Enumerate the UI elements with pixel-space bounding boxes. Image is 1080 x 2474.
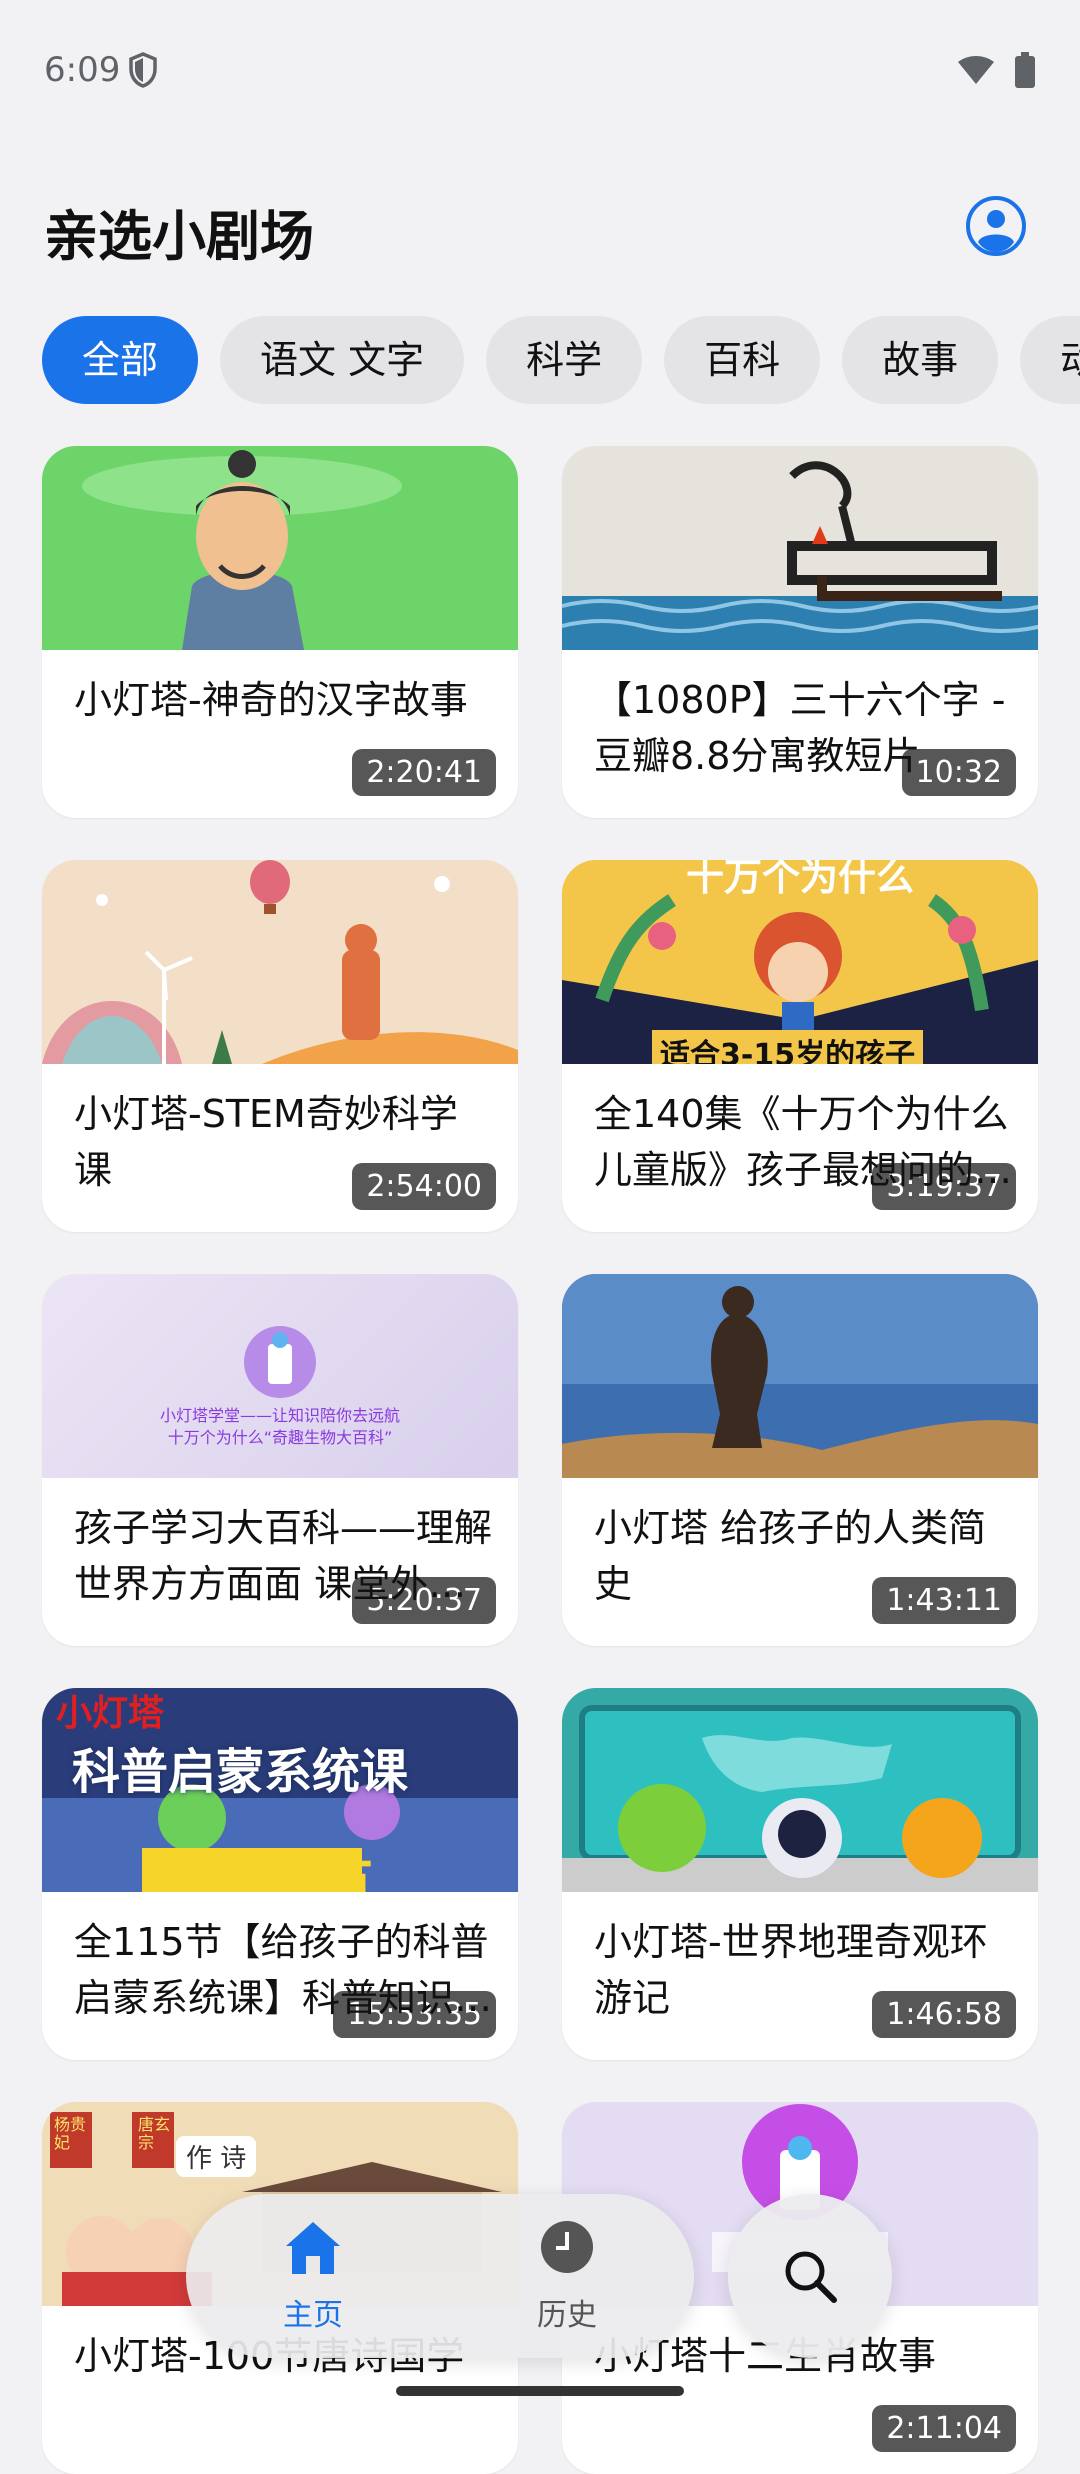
nav-home-label: 主页 xyxy=(283,2298,343,2333)
video-thumbnail xyxy=(42,446,518,650)
video-thumbnail: 十万个为什么 适合3-15岁的孩子 xyxy=(562,860,1038,1064)
video-card[interactable]: 十万个为什么 适合3-15岁的孩子 3:19:37 全140集《十万个为什么儿童… xyxy=(562,860,1038,1232)
thumb-text: 唐玄宗 xyxy=(138,2115,171,2152)
category-chips: 全部语文 文字科学百科故事动画 xyxy=(42,316,1080,406)
chip-encyclopedia[interactable]: 百科 xyxy=(664,316,821,404)
chip-all[interactable]: 全部 xyxy=(42,316,199,404)
video-title: 全115节【给孩子的科普启蒙系统课】科普知识大全 xyxy=(74,1920,493,2020)
thumb-text: 十万个为什么“奇趣生物大百科” xyxy=(167,1428,393,1447)
thumb-text: 小灯塔学堂——让知识陪你去远航 xyxy=(159,1406,400,1425)
clock-icon xyxy=(541,2221,593,2273)
video-title: 小灯塔 给孩子的人类简史 xyxy=(594,1506,987,1606)
thumb-text: 小灯塔 xyxy=(56,1693,165,1734)
home-icon xyxy=(286,2222,340,2274)
thumb-text: 适合3-15岁的孩子 xyxy=(652,1030,924,1064)
video-thumbnail xyxy=(562,1688,1038,1892)
video-title: 【1080P】三十六个字 - 豆瓣8.8分寓教短片 xyxy=(594,678,1006,778)
video-card[interactable]: 1:46:58 小灯塔-世界地理奇观环游记 xyxy=(562,1688,1038,2060)
video-card[interactable]: 小灯塔 科普启蒙系统课 全115节 15:53:35 全115节【给孩子的科普启… xyxy=(42,1688,518,2060)
status-bar: 6:09 xyxy=(0,0,1080,140)
nav-history[interactable]: 历史 xyxy=(492,2218,642,2334)
page-title: 亲选小剧场 xyxy=(44,205,314,268)
thumb-text: 科普启蒙系统课 xyxy=(72,1744,409,1800)
thumb-text: 十万个为什么 xyxy=(685,860,914,899)
nav-history-label: 历史 xyxy=(537,2298,597,2333)
video-title: 小灯塔-世界地理奇观环游记 xyxy=(594,1920,988,2020)
wifi-icon xyxy=(958,56,994,84)
search-icon xyxy=(785,2251,837,2303)
shield-icon xyxy=(129,52,157,88)
video-card[interactable]: 10:32 【1080P】三十六个字 - 豆瓣8.8分寓教短片 xyxy=(562,446,1038,818)
video-thumbnail: 小灯塔 科普启蒙系统课 全115节 xyxy=(42,1688,518,1892)
video-title: 孩子学习大百科——理解世界方方面面 课堂外的知识 xyxy=(74,1506,493,1606)
thumb-text: 杨贵妃 xyxy=(54,2115,87,2152)
profile-icon[interactable] xyxy=(964,194,1028,258)
video-title: 小灯塔-神奇的汉字故事 xyxy=(74,678,468,722)
chip-chinese[interactable]: 语文 文字 xyxy=(220,316,465,404)
video-title: 全140集《十万个为什么儿童版》孩子最想问的问题 xyxy=(594,1092,1013,1192)
gesture-handle xyxy=(396,2386,684,2396)
video-card[interactable]: 小灯塔学堂——让知识陪你去远航 十万个为什么“奇趣生物大百科” 5:20:37 … xyxy=(42,1274,518,1646)
nav-home[interactable]: 主页 xyxy=(238,2218,388,2334)
search-button[interactable] xyxy=(728,2194,892,2358)
video-thumbnail xyxy=(42,860,518,1064)
video-title: 小灯塔-STEM奇妙科学课 xyxy=(74,1092,458,1192)
video-card[interactable]: 2:54:00 小灯塔-STEM奇妙科学课 xyxy=(42,860,518,1232)
thumb-text: 作 诗 xyxy=(176,2136,257,2177)
video-thumbnail xyxy=(562,446,1038,650)
chip-science[interactable]: 科学 xyxy=(486,316,643,404)
chip-stories[interactable]: 故事 xyxy=(842,316,999,404)
duration-badge: 2:11:04 xyxy=(872,2405,1016,2452)
duration-badge: 2:20:41 xyxy=(352,749,496,796)
battery-icon xyxy=(1015,52,1035,88)
chip-more[interactable]: 动画 xyxy=(1020,316,1080,404)
video-card[interactable]: 2:20:41 小灯塔-神奇的汉字故事 xyxy=(42,446,518,818)
bottom-navigation: 主页 历史 xyxy=(186,2194,694,2358)
video-thumbnail: 小灯塔学堂——让知识陪你去远航 十万个为什么“奇趣生物大百科” xyxy=(42,1274,518,1478)
video-card[interactable]: 1:43:11 小灯塔 给孩子的人类简史 xyxy=(562,1274,1038,1646)
thumb-text: 全115节 xyxy=(152,1851,373,1892)
status-time: 6:09 xyxy=(44,50,121,90)
video-thumbnail xyxy=(562,1274,1038,1478)
